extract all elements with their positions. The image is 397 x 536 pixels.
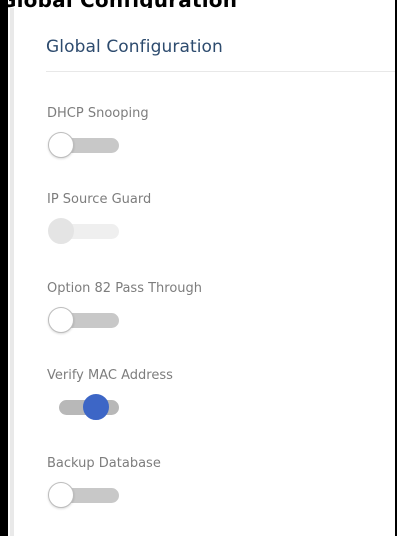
option-82-pass-through-toggle[interactable] [47, 306, 119, 334]
page: Global Configuration Global Configuratio… [0, 0, 397, 536]
ip-source-guard-field: IP Source Guard [47, 192, 151, 245]
backup-database-toggle-knob [48, 482, 74, 508]
dhcp-snooping-toggle[interactable] [47, 131, 119, 159]
left-border [0, 0, 8, 536]
dhcp-snooping-label: DHCP Snooping [47, 106, 149, 121]
backup-database-toggle[interactable] [47, 481, 119, 509]
backup-database-field: Backup Database [47, 456, 161, 509]
verify-mac-address-toggle[interactable] [47, 393, 119, 421]
ip-source-guard-toggle [47, 217, 119, 245]
ip-source-guard-toggle-knob [48, 218, 74, 244]
panel-title: Global Configuration [46, 37, 223, 57]
page-heading-strip: Global Configuration [0, 0, 397, 8]
dhcp-snooping-toggle-knob [48, 132, 74, 158]
verify-mac-address-label: Verify MAC Address [47, 368, 173, 383]
panel-divider [46, 71, 395, 72]
dhcp-snooping-field: DHCP Snooping [47, 106, 149, 159]
ip-source-guard-label: IP Source Guard [47, 192, 152, 207]
verify-mac-address-field: Verify MAC Address [47, 368, 173, 421]
option-82-pass-through-field: Option 82 Pass Through [47, 281, 202, 334]
backup-database-label: Backup Database [47, 456, 161, 471]
option-82-pass-through-toggle-knob [48, 307, 74, 333]
verify-mac-address-toggle-knob [83, 394, 109, 420]
option-82-pass-through-label: Option 82 Pass Through [47, 281, 203, 296]
global-configuration-panel: Global Configuration DHCP Snooping IP So… [10, 8, 395, 536]
page-heading-cut-text: Global Configuration [0, 0, 237, 8]
